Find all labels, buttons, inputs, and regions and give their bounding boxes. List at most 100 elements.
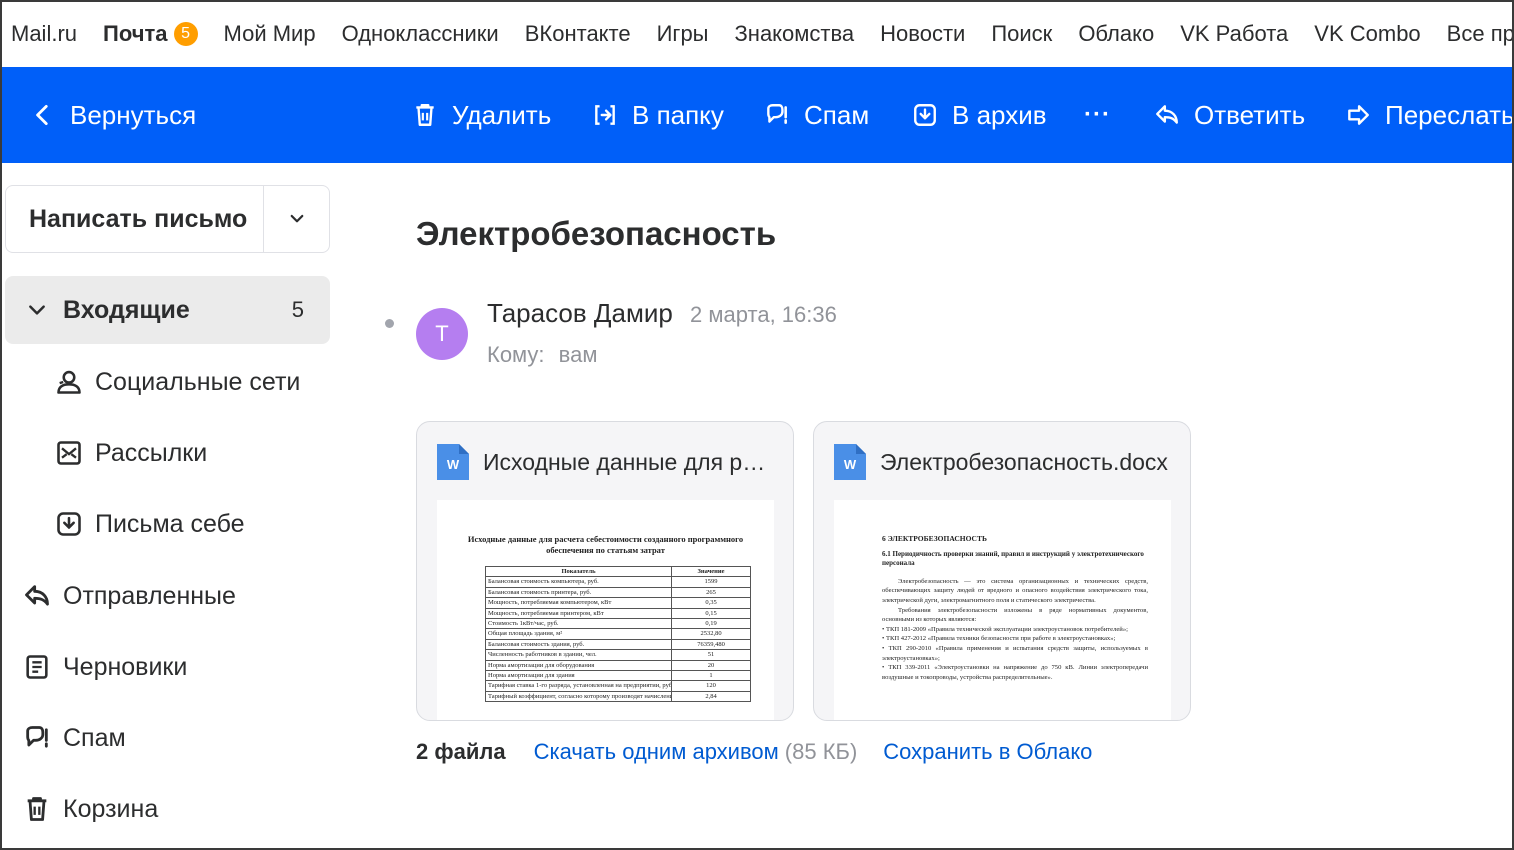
preview-cell-name: Норма амортизации для оборудования bbox=[485, 659, 672, 672]
archive-button[interactable]: В архив bbox=[912, 67, 1047, 163]
portal-link-label: Новости bbox=[880, 20, 966, 46]
preview-cell-value: 265 bbox=[671, 586, 751, 599]
spam-button[interactable]: Спам bbox=[764, 67, 869, 163]
message-toolbar: Вернуться Удалить В папку Спам В архив ·… bbox=[0, 67, 1514, 163]
move-to-folder-button[interactable]: В папку bbox=[592, 67, 724, 163]
preview-cell-name: Мощность, потребляемая принтером, кВт bbox=[485, 607, 672, 620]
portal-link[interactable]: Почта 5 bbox=[103, 21, 198, 47]
preview-paragraph: Электробезопасность — это система органи… bbox=[882, 577, 1148, 604]
attachments-bar: 2 файла Скачать одним архивом (85 КБ) Со… bbox=[416, 739, 1092, 765]
preview-paragraph: • ТКП 181-2009 «Правила технической эксп… bbox=[882, 625, 1128, 633]
portal-link-label: VK Combo bbox=[1314, 20, 1421, 46]
more-icon: ··· bbox=[1084, 101, 1111, 128]
people-icon bbox=[57, 370, 81, 394]
reply-label: Ответить bbox=[1194, 99, 1306, 130]
preview-cell-name: Тарифная ставка 1-го разряда, установлен… bbox=[485, 680, 672, 692]
archive-icon bbox=[914, 104, 936, 126]
avatar[interactable]: Т bbox=[416, 308, 468, 360]
portal-link-label: Знакомства bbox=[734, 20, 855, 46]
back-button[interactable]: Вернуться bbox=[30, 67, 196, 163]
portal-link[interactable]: Mail.ru bbox=[11, 21, 77, 47]
message-subject: Электробезопасность bbox=[416, 215, 777, 252]
save-to-cloud-link[interactable]: Сохранить в Облако bbox=[883, 739, 1092, 765]
sidebar-item-label: Рассылки bbox=[95, 438, 208, 467]
sidebar-item-newsletters[interactable]: Рассылки bbox=[55, 433, 207, 473]
to-value[interactable]: вам bbox=[559, 342, 598, 367]
spam-icon bbox=[26, 726, 48, 748]
chevron-down-icon bbox=[290, 214, 303, 223]
portal-link[interactable]: Одноклассники bbox=[342, 21, 499, 47]
forward-button[interactable]: Переслать bbox=[1345, 67, 1514, 163]
sidebar-item-trash[interactable]: Корзина bbox=[23, 789, 158, 829]
portal-link[interactable]: Поиск bbox=[991, 21, 1052, 47]
sidebar-item-spam[interactable]: Спам bbox=[23, 718, 126, 758]
portal-link[interactable]: Игры bbox=[657, 21, 709, 47]
self-mail-icon bbox=[57, 512, 81, 536]
sidebar-item-social[interactable]: Социальные сети bbox=[55, 362, 300, 402]
preview-table-row: Балансовая стоимость компьютера, руб. 159… bbox=[485, 576, 751, 588]
inbox-label: Входящие bbox=[63, 295, 190, 324]
word-doc-icon: W bbox=[437, 444, 469, 480]
sender-name[interactable]: Тарасов Дамир bbox=[487, 298, 673, 328]
archive-size: (85 КБ) bbox=[784, 739, 858, 764]
sidebar-item-inbox[interactable]: Входящие 5 bbox=[5, 276, 330, 344]
compose-label: Написать письмо bbox=[29, 204, 248, 233]
recipient-line: Кому: вам bbox=[487, 342, 597, 368]
sidebar-item-self-mail[interactable]: Письма себе bbox=[55, 504, 245, 544]
delete-button[interactable]: Удалить bbox=[412, 67, 551, 163]
portal-link[interactable]: Все проекты bbox=[1447, 21, 1514, 47]
more-button[interactable]: ··· bbox=[1084, 67, 1111, 163]
portal-link[interactable]: Мой Мир bbox=[224, 21, 316, 47]
preview-cell-name: Мощность, потребляемая компьютером, кВт bbox=[485, 597, 672, 609]
attachment-card[interactable]: W Исходные данные для расчета себестоимо… bbox=[416, 421, 794, 721]
attachment-header: W Электробезопасность.docx bbox=[834, 442, 1174, 482]
portal-link[interactable]: VK Combo bbox=[1314, 21, 1420, 47]
preview-cell-name: Тарифный коэффициент, согласно которому … bbox=[485, 690, 672, 703]
preview-table-row: Балансовая стоимость здания, руб. 76359,4… bbox=[485, 638, 751, 651]
preview-table-row: Норма амортизации для здания 1 bbox=[485, 670, 751, 682]
attachment-preview: Исходные данные для расчета себестоимост… bbox=[437, 500, 774, 720]
unread-badge: 5 bbox=[173, 21, 198, 46]
preview-cell-value: 2,84 bbox=[671, 690, 751, 703]
portal-link[interactable]: Знакомства bbox=[735, 21, 855, 47]
portal-link-label: Одноклассники bbox=[341, 20, 499, 46]
preview-cell-name: Балансовая стоимость принтера, руб. bbox=[485, 586, 672, 599]
preview-table-row: Стоимость 1кВт/час, руб. 0,19 bbox=[485, 618, 751, 630]
preview-cell-value: 1599 bbox=[671, 576, 751, 588]
sidebar-item-label: Письма себе bbox=[95, 509, 245, 538]
preview-title: Исходные данные для расчета себестоимост… bbox=[467, 534, 744, 555]
portal-link-label: Облако bbox=[1078, 20, 1155, 46]
download-archive-link[interactable]: Скачать одним архивом bbox=[534, 739, 779, 765]
chevron-down-icon[interactable] bbox=[27, 300, 47, 320]
portal-link[interactable]: ВКонтакте bbox=[525, 21, 631, 47]
preview-paragraph: • ТКП 290-2010 «Правила применения и исп… bbox=[882, 644, 1148, 662]
sidebar-item-sent[interactable]: Отправленные bbox=[23, 576, 236, 616]
attachment-card[interactable]: W Электробезопасность.docx 6 ЭЛЕКТРОБЕЗО… bbox=[813, 421, 1191, 721]
archive-label: В архив bbox=[952, 99, 1047, 130]
to-label: Кому: bbox=[487, 342, 545, 367]
read-status-dot[interactable] bbox=[385, 319, 394, 328]
reply-icon bbox=[1156, 105, 1178, 124]
svg-text:W: W bbox=[447, 457, 460, 472]
portal-link[interactable]: Новости bbox=[880, 21, 965, 47]
preview-table-row: Тарифный коэффициент, согласно которому … bbox=[485, 690, 751, 703]
compose-button[interactable]: Написать письмо bbox=[6, 186, 264, 252]
preview-paragraph: • ТКП 339-2011 «Электроустановки на напр… bbox=[882, 664, 1148, 681]
preview-document: 6 ЭЛЕКТРОБЕЗОПАСНОСТЬ 6.1 Периодичность … bbox=[882, 534, 1148, 682]
compose-control: Написать письмо bbox=[5, 185, 330, 253]
preview-cell-value: 76359,480 bbox=[671, 638, 751, 651]
attachment-filename: Исходные данные для расчета себестоимост… bbox=[483, 448, 777, 475]
preview-cell-name: Общая площадь здания, м² bbox=[485, 628, 672, 640]
inbox-unread-count: 5 bbox=[291, 297, 304, 322]
spam-label: Спам bbox=[804, 99, 870, 130]
preview-table-header: Показатель bbox=[485, 565, 672, 578]
sidebar-item-drafts[interactable]: Черновики bbox=[23, 647, 187, 687]
sidebar-item-label: Корзина bbox=[63, 794, 159, 823]
forward-label: Переслать bbox=[1385, 99, 1514, 130]
portal-link[interactable]: Облако bbox=[1078, 21, 1154, 47]
compose-dropdown-button[interactable] bbox=[264, 186, 329, 252]
back-label: Вернуться bbox=[70, 99, 197, 130]
reply-button[interactable]: Ответить bbox=[1154, 67, 1305, 163]
portal-link[interactable]: VK Работа bbox=[1180, 21, 1288, 47]
preview-table-row: Норма амортизации для оборудования 20 bbox=[485, 659, 751, 672]
